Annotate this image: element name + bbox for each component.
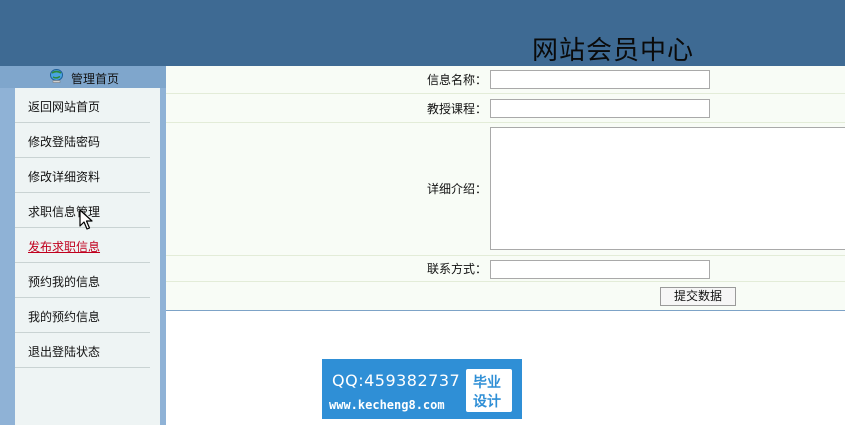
watermark-qq: QQ:459382737 [332,371,461,390]
name-input[interactable] [490,70,710,89]
mouse-cursor-icon [79,209,93,230]
detail-label: 详细介绍： [426,182,487,196]
sidebar-item-logout[interactable]: 退出登陆状态 [15,333,150,368]
sidebar-item-label: 发布求职信息 [28,240,101,254]
sidebar-item-my-bookings[interactable]: 我的预约信息 [15,298,150,333]
sidebar-item-label: 修改登陆密码 [28,135,101,149]
watermark-banner: QQ:459382737 www.kecheng8.com 毕业 设计 [322,359,522,419]
sidebar-item-label: 返回网站首页 [28,100,101,114]
globe-home-icon [50,69,63,83]
sidebar: 管理首页 返回网站首页 修改登陆密码 修改详细资料 求职信息管理 发布求职信息 … [0,66,166,425]
sidebar-menu: 返回网站首页 修改登陆密码 修改详细资料 求职信息管理 发布求职信息 预约我的信… [15,88,160,425]
sidebar-item-back-home[interactable]: 返回网站首页 [15,88,150,123]
sidebar-head-label: 管理首页 [71,72,120,86]
form-row-course: 教授课程： [166,94,845,123]
sidebar-item-booked-me[interactable]: 预约我的信息 [15,263,150,298]
sidebar-item-label: 预约我的信息 [28,275,101,289]
sidebar-head[interactable]: 管理首页 [0,66,166,88]
page-header: 网站会员中心 [0,0,845,66]
form-row-detail: 详细介绍： [166,123,845,256]
contact-label: 联系方式： [426,262,487,276]
course-label: 教授课程： [426,102,487,116]
course-input[interactable] [490,99,710,118]
sidebar-item-label: 退出登陆状态 [28,345,101,359]
watermark-badge-line2: 设计 [473,394,501,410]
contact-input[interactable] [490,260,710,279]
form-row-name: 信息名称： [166,66,845,94]
sidebar-item-change-password[interactable]: 修改登陆密码 [15,123,150,158]
detail-textarea[interactable] [490,127,845,250]
watermark-url: www.kecheng8.com [329,398,445,412]
name-label: 信息名称： [426,73,487,87]
sidebar-item-label: 修改详细资料 [28,170,101,184]
watermark-badge: 毕业 设计 [466,369,512,412]
sidebar-item-edit-profile[interactable]: 修改详细资料 [15,158,150,193]
watermark-badge-line1: 毕业 [473,375,501,391]
sidebar-item-label: 我的预约信息 [28,310,101,324]
form-row-contact: 联系方式： [166,256,845,282]
sidebar-item-post-job[interactable]: 发布求职信息 [15,228,150,263]
submit-button[interactable]: 提交数据 [660,287,736,306]
page-title: 网站会员中心 [532,36,695,66]
post-job-form: 信息名称： 教授课程： 详细介绍： 联系方式： 提交数据 [166,66,845,311]
